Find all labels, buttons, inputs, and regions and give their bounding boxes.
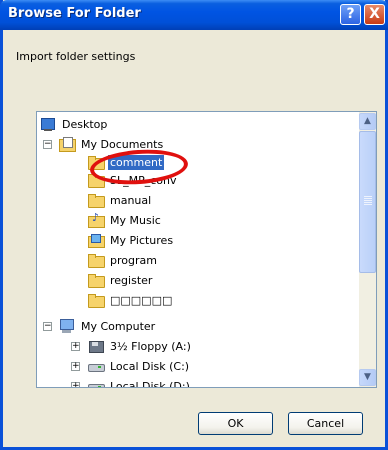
desktop-icon [40, 117, 56, 131]
instruction-text: Import folder settings [16, 50, 136, 63]
ok-button[interactable]: OK [198, 412, 273, 435]
expand-toggle-local-c[interactable]: + [71, 362, 80, 371]
tree-item-register[interactable]: register [88, 271, 154, 289]
folder-icon [88, 293, 105, 308]
browse-for-folder-dialog: Browse For Folder ? X Import folder sett… [0, 0, 388, 450]
tree-item-label: Local Disk (C:) [110, 359, 190, 373]
collapse-toggle-my-documents[interactable]: − [43, 140, 52, 149]
grip-icon [364, 196, 372, 206]
tree-item-label: Desktop [62, 117, 108, 131]
tree-item-unnamed[interactable]: □□□□□□ [88, 291, 174, 309]
tree-item-manual[interactable]: manual [88, 191, 153, 209]
tree-item-my-computer[interactable]: My Computer [59, 317, 157, 335]
tree-item-my-pictures[interactable]: My Pictures [88, 231, 175, 249]
chevron-up-icon: ▲ [364, 116, 371, 126]
close-button[interactable]: X [364, 4, 385, 25]
computer-icon [59, 319, 75, 333]
tree-item-label: Local Disk (D:) [110, 379, 190, 388]
help-icon: ? [346, 6, 355, 22]
music-folder-icon [88, 211, 105, 228]
folder-tree[interactable]: Desktop − My Documents comment SL_MP_con… [36, 111, 377, 388]
scroll-up-button[interactable]: ▲ [359, 113, 376, 130]
floppy-drive-icon [88, 339, 104, 353]
collapse-toggle-my-computer[interactable]: − [43, 322, 52, 331]
tree-item-label: My Pictures [110, 233, 174, 247]
vertical-scrollbar[interactable]: ▲ ▼ [359, 112, 376, 387]
tree-item-program[interactable]: program [88, 251, 159, 269]
my-documents-icon [59, 137, 76, 152]
tree-item-label: My Computer [81, 319, 156, 333]
folder-icon [88, 253, 105, 268]
tree-item-label: program [110, 253, 157, 267]
help-button[interactable]: ? [340, 4, 361, 25]
tree-item-my-music[interactable]: My Music [88, 211, 163, 229]
expand-toggle-floppy[interactable]: + [71, 342, 80, 351]
tree-item-label: □□□□□□ [110, 293, 173, 307]
tree-item-local-disk-c[interactable]: Local Disk (C:) [88, 357, 191, 375]
title-bar[interactable]: Browse For Folder ? X [0, 0, 388, 30]
scrollbar-thumb[interactable] [359, 131, 376, 273]
tree-item-floppy[interactable]: 3½ Floppy (A:) [88, 337, 193, 355]
expand-toggle-local-d[interactable]: + [71, 382, 80, 387]
cancel-button[interactable]: Cancel [288, 412, 363, 435]
tree-item-label: manual [110, 193, 152, 207]
tree-item-label: register [110, 273, 153, 287]
close-icon: X [369, 6, 380, 22]
tree-item-label: My Music [110, 213, 161, 227]
hard-disk-icon [88, 379, 105, 387]
pictures-folder-icon [88, 233, 105, 248]
chevron-down-icon: ▼ [364, 372, 371, 382]
folder-icon [88, 273, 105, 288]
hard-disk-icon [88, 359, 105, 373]
scroll-down-button[interactable]: ▼ [359, 369, 376, 386]
dialog-title: Browse For Folder [8, 6, 141, 21]
tree-item-desktop[interactable]: Desktop [40, 115, 109, 133]
tree-item-local-disk-d[interactable]: Local Disk (D:) [88, 377, 192, 388]
tree-item-label: 3½ Floppy (A:) [110, 339, 191, 353]
folder-icon [88, 193, 105, 208]
